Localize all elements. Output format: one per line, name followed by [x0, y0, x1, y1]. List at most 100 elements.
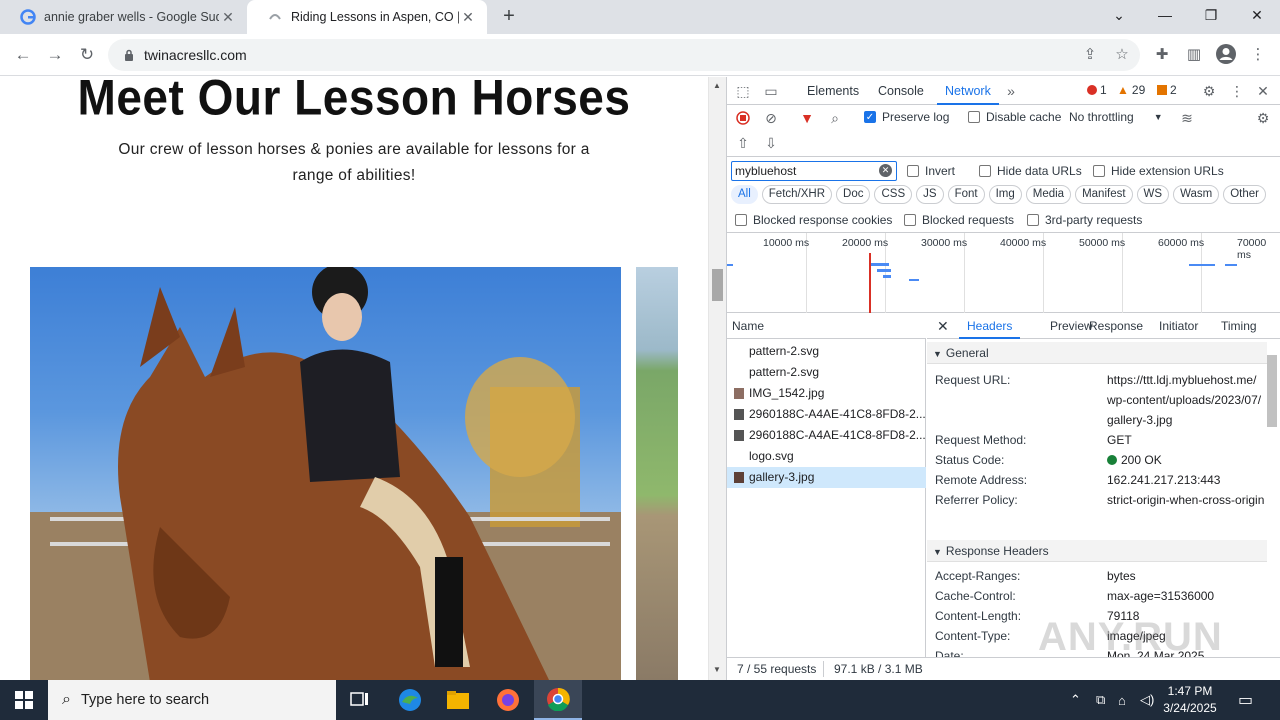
new-tab-button[interactable]: + — [498, 6, 520, 28]
request-row[interactable]: 2960188C-A4AE-41C8-8FD8-2... — [727, 425, 926, 446]
scrollbar-thumb[interactable] — [712, 269, 723, 301]
filter-funnel-icon[interactable]: ▼ — [797, 108, 817, 128]
type-filter-all[interactable]: All — [731, 185, 758, 204]
type-filter-img[interactable]: Img — [988, 185, 1022, 204]
type-filter-fetch[interactable]: Fetch/XHR — [761, 185, 833, 204]
device-toolbar-icon[interactable]: ▭ — [761, 81, 781, 101]
request-row[interactable]: IMG_1542.jpg — [727, 383, 926, 404]
type-filter-doc[interactable]: Doc — [836, 185, 871, 204]
minimize-button[interactable]: — — [1142, 0, 1188, 30]
issues-count-badge[interactable]: 2 — [1157, 83, 1177, 97]
third-party-requests-checkbox[interactable]: 3rd-party requests — [1027, 213, 1142, 227]
type-filter-media[interactable]: Media — [1025, 185, 1072, 204]
preserve-log-checkbox[interactable]: ✓ Preserve log — [864, 110, 949, 124]
scroll-down-icon[interactable]: ▼ — [713, 665, 721, 674]
close-tab-icon[interactable]: ✕ — [459, 9, 477, 26]
tab-headers[interactable]: Headers — [959, 314, 1021, 339]
name-column-header[interactable]: Name — [727, 314, 926, 339]
type-filter-js[interactable]: JS — [916, 185, 944, 204]
type-filter-font[interactable]: Font — [947, 185, 985, 204]
settings-gear-icon[interactable]: ⚙ — [1199, 81, 1219, 101]
tab-search-chevron-icon[interactable]: ⌄ — [1096, 0, 1142, 30]
share-icon[interactable]: ⇪ — [1078, 42, 1102, 66]
blocked-requests-checkbox[interactable]: Blocked requests — [904, 213, 1014, 227]
scrollbar-thumb[interactable] — [1267, 355, 1277, 427]
task-view-icon[interactable] — [336, 680, 384, 720]
network-timeline-overview[interactable]: 10000 ms 20000 ms 30000 ms 40000 ms 5000… — [727, 232, 1280, 313]
detail-scrollbar[interactable] — [1265, 339, 1279, 657]
taskbar-clock[interactable]: 1:47 PM 3/24/2025 — [1150, 683, 1230, 717]
firefox-icon[interactable] — [484, 680, 532, 720]
type-filter-wasm[interactable]: Wasm — [1173, 185, 1220, 204]
type-filter-other[interactable]: Other — [1223, 185, 1266, 204]
tab-elements[interactable]: Elements — [807, 77, 859, 105]
search-icon[interactable]: ⌕ — [825, 108, 845, 128]
hide-data-urls-checkbox[interactable]: Hide data URLs — [979, 164, 1082, 178]
warning-count-badge[interactable]: ▲ 29 — [1117, 83, 1145, 97]
scroll-up-icon[interactable]: ▲ — [713, 81, 721, 90]
filter-input[interactable]: mybluehost ✕ — [731, 161, 897, 181]
close-window-button[interactable]: ✕ — [1234, 0, 1280, 30]
horse-photo[interactable] — [30, 267, 621, 680]
record-stop-icon[interactable] — [733, 108, 753, 128]
inspect-element-icon[interactable]: ⬚ — [733, 81, 753, 101]
clear-icon[interactable]: ⊘ — [761, 108, 781, 128]
side-panel-icon[interactable]: ▥ — [1182, 42, 1206, 66]
devtools-menu-icon[interactable]: ⋮ — [1227, 81, 1247, 101]
type-filter-css[interactable]: CSS — [874, 185, 913, 204]
type-filter-ws[interactable]: WS — [1136, 185, 1170, 204]
throttling-select[interactable]: No throttling ▼ — [1069, 110, 1163, 124]
start-button[interactable] — [0, 680, 48, 720]
tab-response[interactable]: Response — [1089, 314, 1143, 339]
clear-filter-icon[interactable]: ✕ — [879, 164, 892, 177]
extensions-icon[interactable]: ✚ — [1150, 42, 1174, 66]
tab-initiator[interactable]: Initiator — [1159, 314, 1198, 339]
tab-riding-lessons[interactable]: Riding Lessons in Aspen, CO | H ✕ — [247, 0, 487, 34]
second-gallery-photo[interactable] — [636, 267, 678, 680]
close-tab-icon[interactable]: ✕ — [219, 9, 237, 26]
import-har-icon[interactable]: ⇧ — [733, 133, 753, 153]
file-explorer-icon[interactable] — [434, 680, 482, 720]
blocked-response-cookies-checkbox[interactable]: Blocked response cookies — [735, 213, 892, 227]
reload-button[interactable]: ↻ — [74, 42, 100, 68]
edge-browser-icon[interactable] — [386, 680, 434, 720]
close-detail-icon[interactable]: ✕ — [937, 314, 949, 339]
request-row[interactable]: logo.svg — [727, 446, 926, 467]
tab-google-search[interactable]: annie graber wells - Google Sud ✕ — [0, 0, 247, 34]
general-section-header[interactable]: ▼ General — [927, 342, 1267, 364]
network-conditions-icon[interactable]: ≋ — [1177, 108, 1197, 128]
disable-cache-checkbox[interactable]: Disable cache — [968, 110, 1061, 124]
invert-checkbox[interactable]: Invert — [907, 164, 955, 178]
address-bar[interactable]: twinacresllc.com — [108, 39, 1140, 71]
error-count-badge[interactable]: 1 — [1087, 83, 1107, 97]
tab-timing[interactable]: Timing — [1221, 314, 1257, 339]
bookmark-star-icon[interactable]: ☆ — [1110, 42, 1134, 66]
request-row[interactable]: pattern-2.svg — [727, 362, 926, 383]
taskbar-search-box[interactable]: ⌕ Type here to search — [48, 680, 336, 720]
tab-console[interactable]: Console — [878, 77, 924, 105]
show-hidden-icons[interactable]: ⌃ — [1070, 680, 1081, 720]
profile-avatar-icon[interactable] — [1214, 42, 1238, 66]
wifi-tray-icon[interactable]: ⌂ — [1118, 680, 1126, 720]
forward-button[interactable]: → — [42, 42, 68, 68]
restore-button[interactable]: ❐ — [1188, 0, 1234, 30]
close-devtools-icon[interactable]: ✕ — [1253, 81, 1273, 101]
notifications-icon[interactable]: ▭ — [1238, 680, 1253, 720]
request-row[interactable]: pattern-2.svg — [727, 341, 926, 362]
back-button[interactable]: ← — [10, 42, 36, 68]
hide-extension-urls-checkbox[interactable]: Hide extension URLs — [1093, 164, 1224, 178]
network-settings-gear-icon[interactable]: ⚙ — [1253, 108, 1273, 128]
request-row[interactable]: 2960188C-A4AE-41C8-8FD8-2... — [727, 404, 926, 425]
page-scrollbar[interactable]: ▲ ▼ — [708, 77, 726, 680]
menu-kebab-icon[interactable]: ⋮ — [1246, 42, 1270, 66]
timeline-tick: 30000 ms — [921, 237, 968, 249]
chrome-icon[interactable] — [534, 680, 582, 720]
tab-network[interactable]: Network — [937, 77, 999, 105]
more-tabs-chevron-icon[interactable]: » — [1001, 81, 1021, 101]
tab-preview[interactable]: Preview — [1050, 314, 1093, 339]
request-row-selected[interactable]: gallery-3.jpg — [727, 467, 926, 488]
type-filter-manifest[interactable]: Manifest — [1075, 185, 1133, 204]
network-tray-icon[interactable]: ⧉ — [1096, 680, 1105, 720]
export-har-icon[interactable]: ⇩ — [761, 133, 781, 153]
response-headers-section-header[interactable]: ▼ Response Headers — [927, 540, 1267, 562]
